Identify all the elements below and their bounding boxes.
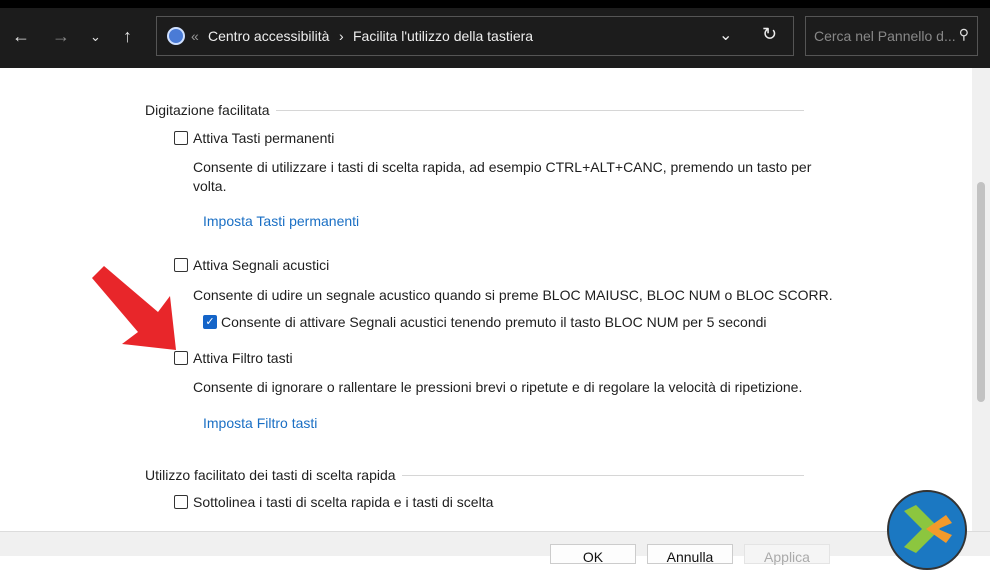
address-bar[interactable]: « Centro accessibilità › Facilita l'util… xyxy=(156,16,794,56)
watermark-logo-icon xyxy=(887,490,967,570)
sticky-keys-label[interactable]: Attiva Tasti permanenti xyxy=(193,130,334,146)
dialog-footer xyxy=(0,531,990,556)
sticky-keys-description-cont: volta. xyxy=(193,178,227,194)
toggle-keys-numlock-checkbox[interactable]: ✓ xyxy=(203,315,217,329)
search-input[interactable]: Cerca nel Pannello d... ⚲ xyxy=(805,16,978,56)
toggle-keys-label[interactable]: Attiva Segnali acustici xyxy=(193,257,329,273)
underline-shortcuts-checkbox[interactable] xyxy=(174,495,188,509)
breadcrumb-overflow[interactable]: « xyxy=(191,28,199,44)
sticky-keys-checkbox[interactable] xyxy=(174,131,188,145)
toggle-keys-description: Consente di udire un segnale acustico qu… xyxy=(193,287,833,303)
filter-keys-checkbox[interactable] xyxy=(174,351,188,365)
control-panel-icon xyxy=(167,27,185,45)
refresh-icon[interactable]: ↻ xyxy=(762,24,777,45)
breadcrumb-current[interactable]: Facilita l'utilizzo della tastiera xyxy=(353,28,533,44)
title-strip xyxy=(0,0,990,8)
sticky-keys-description: Consente di utilizzare i tasti di scelta… xyxy=(193,159,812,175)
setup-sticky-keys-link[interactable]: Imposta Tasti permanenti xyxy=(203,213,359,229)
back-icon[interactable]: ← xyxy=(12,26,30,47)
section-title-typing: Digitazione facilitata xyxy=(145,102,276,118)
navigation-bar: ← → ⌄ ↑ « Centro accessibilità › Facilit… xyxy=(0,8,990,68)
filter-keys-label[interactable]: Attiva Filtro tasti xyxy=(193,350,293,366)
section-title-shortcuts: Utilizzo facilitato dei tasti di scelta … xyxy=(145,467,402,483)
ok-button[interactable]: OK xyxy=(550,544,636,565)
setup-filter-keys-link[interactable]: Imposta Filtro tasti xyxy=(203,415,317,431)
forward-icon[interactable]: → xyxy=(52,26,70,47)
scrollbar-thumb[interactable] xyxy=(977,182,985,402)
underline-shortcuts-label[interactable]: Sottolinea i tasti di scelta rapida e i … xyxy=(193,494,493,510)
search-placeholder: Cerca nel Pannello d... xyxy=(814,28,956,44)
breadcrumb-separator[interactable]: › xyxy=(339,28,344,44)
toggle-keys-numlock-label[interactable]: Consente di attivare Segnali acustici te… xyxy=(221,314,767,330)
search-icon[interactable]: ⚲ xyxy=(959,26,969,43)
apply-button[interactable]: Applica xyxy=(744,544,830,565)
address-dropdown-icon[interactable]: ⌄ xyxy=(719,25,732,45)
cancel-button[interactable]: Annulla xyxy=(647,544,733,565)
recent-dropdown-icon[interactable]: ⌄ xyxy=(90,29,101,45)
breadcrumb-centro-accessibilita[interactable]: Centro accessibilità xyxy=(208,28,329,44)
up-icon[interactable]: ↑ xyxy=(123,26,132,47)
red-arrow-annotation xyxy=(92,266,176,350)
filter-keys-description: Consente di ignorare o rallentare le pre… xyxy=(193,379,803,395)
